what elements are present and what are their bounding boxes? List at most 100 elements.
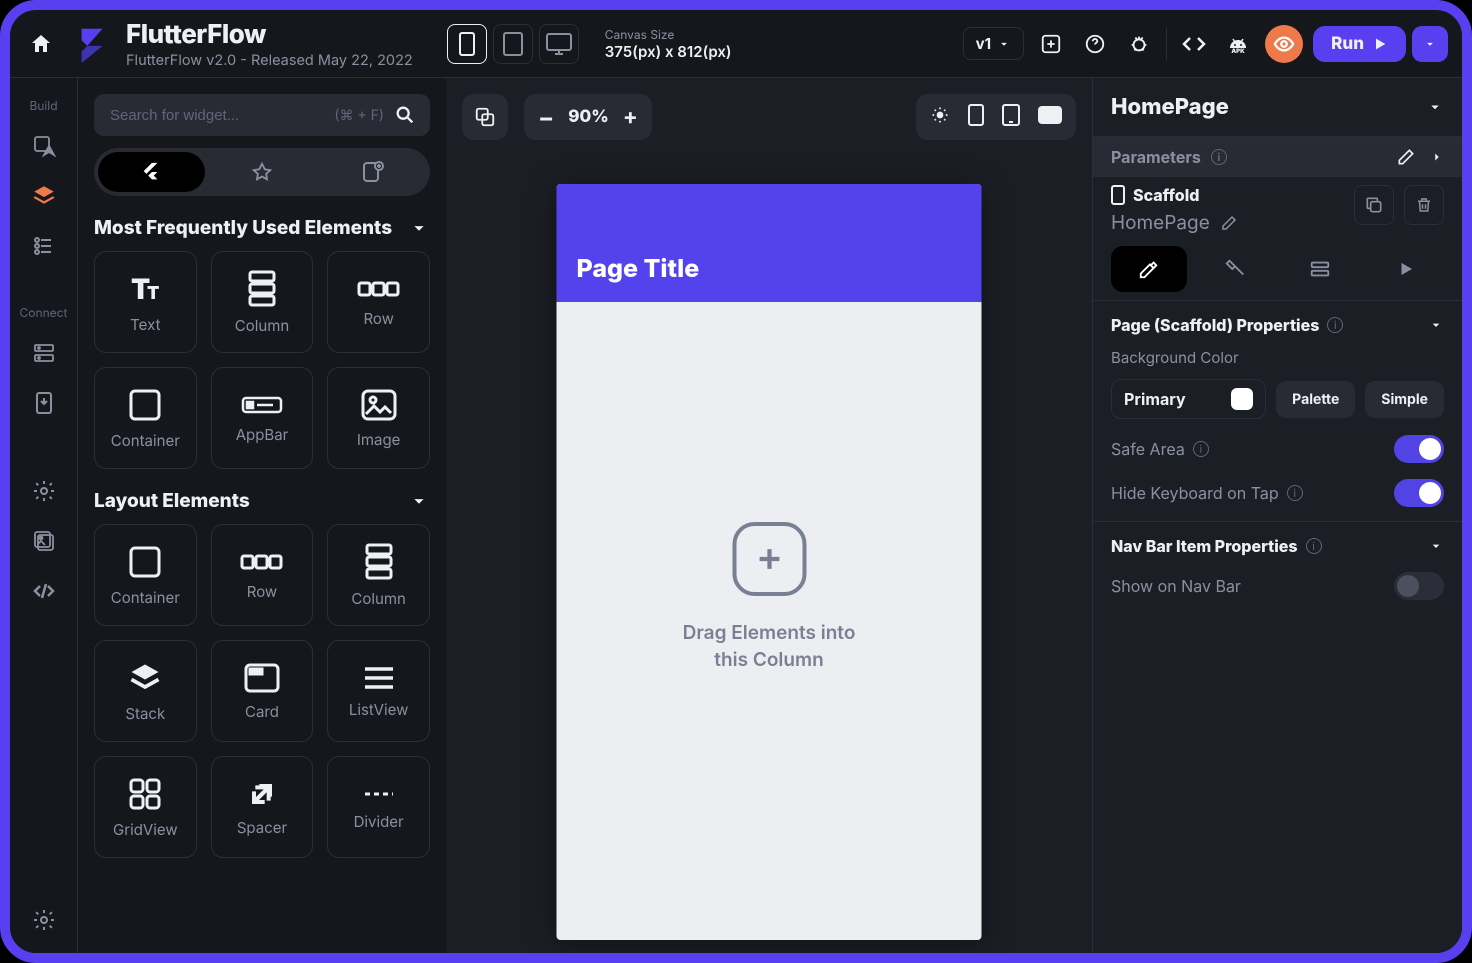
element-stack[interactable]: Stack bbox=[94, 640, 197, 742]
simple-button[interactable]: Simple bbox=[1365, 381, 1444, 418]
zoom-out-button[interactable]: − bbox=[538, 103, 554, 132]
element-column-2[interactable]: Column bbox=[327, 524, 430, 626]
group-layout-title: Layout Elements bbox=[94, 489, 250, 512]
parameters-label: Parameters bbox=[1111, 147, 1201, 167]
rail-embed-icon[interactable] bbox=[23, 570, 65, 612]
info-icon[interactable]: i bbox=[1327, 317, 1343, 333]
help-icon[interactable] bbox=[1078, 27, 1112, 61]
canvas-tablet-icon[interactable] bbox=[1002, 104, 1020, 130]
info-icon[interactable]: i bbox=[1193, 441, 1209, 457]
element-divider[interactable]: Divider bbox=[327, 756, 430, 858]
device-phone-button[interactable] bbox=[447, 24, 487, 64]
search-field[interactable]: (⌘ + F) bbox=[94, 94, 430, 136]
version-value: v1 bbox=[976, 34, 991, 53]
search-icon[interactable] bbox=[394, 104, 416, 126]
chevron-down-icon[interactable] bbox=[1428, 317, 1444, 333]
apk-icon[interactable]: APK bbox=[1221, 27, 1255, 61]
element-image[interactable]: Image bbox=[327, 367, 430, 469]
hide-keyboard-toggle[interactable] bbox=[1394, 479, 1444, 507]
chevron-down-icon[interactable] bbox=[1426, 98, 1444, 116]
multiselect-button[interactable] bbox=[462, 94, 508, 140]
search-input[interactable] bbox=[108, 106, 334, 125]
show-nav-toggle[interactable] bbox=[1394, 572, 1444, 600]
element-card[interactable]: Card bbox=[211, 640, 314, 742]
theme-toggle-icon[interactable] bbox=[930, 105, 950, 129]
zoom-in-button[interactable]: + bbox=[623, 104, 638, 130]
search-hint: (⌘ + F) bbox=[334, 107, 384, 124]
phone-appbar[interactable]: Page Title bbox=[557, 184, 982, 302]
bg-color-selector[interactable]: Primary bbox=[1111, 379, 1266, 419]
edit-icon[interactable] bbox=[1220, 214, 1238, 232]
rail-gear-icon[interactable] bbox=[23, 899, 65, 941]
tab-add-component[interactable] bbox=[319, 152, 426, 192]
safe-area-label: Safe Area bbox=[1111, 439, 1185, 459]
info-icon[interactable]: i bbox=[1211, 149, 1227, 165]
preview-button[interactable] bbox=[1265, 25, 1303, 63]
palette-button[interactable]: Palette bbox=[1276, 381, 1355, 418]
element-column[interactable]: Column bbox=[211, 251, 314, 353]
rail-media-icon[interactable] bbox=[23, 520, 65, 562]
version-selector[interactable]: v1 bbox=[963, 27, 1024, 60]
element-row-2[interactable]: Row bbox=[211, 524, 314, 626]
add-page-icon[interactable] bbox=[1034, 27, 1068, 61]
tab-backend[interactable] bbox=[1283, 246, 1359, 292]
chevron-down-icon[interactable] bbox=[408, 217, 430, 239]
right-title: HomePage bbox=[1111, 94, 1229, 120]
element-listview[interactable]: ListView bbox=[327, 640, 430, 742]
tab-animate[interactable] bbox=[1368, 246, 1444, 292]
rail-layers-icon[interactable] bbox=[23, 175, 65, 217]
rail-download-icon[interactable] bbox=[23, 382, 65, 424]
hide-keyboard-label: Hide Keyboard on Tap bbox=[1111, 483, 1279, 503]
device-desktop-button[interactable] bbox=[539, 24, 579, 64]
tab-actions[interactable] bbox=[1197, 246, 1273, 292]
bug-icon[interactable] bbox=[1122, 27, 1156, 61]
tab-flutter[interactable] bbox=[98, 152, 205, 192]
tab-premium[interactable] bbox=[209, 152, 316, 192]
svg-text:T: T bbox=[147, 283, 159, 304]
run-label: Run bbox=[1331, 34, 1364, 54]
show-nav-label: Show on Nav Bar bbox=[1111, 576, 1241, 596]
element-gridview[interactable]: GridView bbox=[94, 756, 197, 858]
device-canvas[interactable]: Page Title Drag Elements intothis Column bbox=[557, 184, 982, 940]
chevron-down-icon[interactable] bbox=[408, 490, 430, 512]
element-appbar[interactable]: AppBar bbox=[211, 367, 314, 469]
color-swatch bbox=[1231, 388, 1253, 410]
run-button[interactable]: Run bbox=[1313, 26, 1406, 62]
edit-icon[interactable] bbox=[1396, 147, 1416, 167]
device-tablet-button[interactable] bbox=[493, 24, 533, 64]
scaffold-label: Scaffold bbox=[1133, 185, 1199, 205]
rail-tree-icon[interactable] bbox=[23, 225, 65, 267]
info-icon[interactable]: i bbox=[1287, 485, 1303, 501]
rail-assets-icon[interactable] bbox=[23, 125, 65, 167]
element-container[interactable]: Container bbox=[94, 367, 197, 469]
copy-icon[interactable] bbox=[1354, 185, 1394, 225]
brand-subtitle: FlutterFlow v2.0 - Released May 22, 2022 bbox=[126, 52, 413, 69]
rail-build-label: Build bbox=[29, 98, 57, 113]
tab-style[interactable] bbox=[1111, 246, 1187, 292]
rail-settings-icon[interactable] bbox=[23, 470, 65, 512]
zoom-value: 90% bbox=[568, 107, 609, 127]
canvas-keyboard-icon[interactable] bbox=[1038, 106, 1062, 128]
element-text[interactable]: TTText bbox=[94, 251, 197, 353]
run-more-button[interactable] bbox=[1412, 26, 1448, 62]
drag-hint: Drag Elements intothis Column bbox=[683, 620, 856, 673]
canvas-size-value: 375(px) x 812(px) bbox=[605, 42, 732, 61]
safe-area-toggle[interactable] bbox=[1394, 435, 1444, 463]
home-icon[interactable] bbox=[24, 27, 58, 61]
flutterflow-logo-icon bbox=[74, 25, 112, 63]
phone-body-column[interactable]: Drag Elements intothis Column bbox=[557, 302, 982, 673]
element-container-2[interactable]: Container bbox=[94, 524, 197, 626]
chevron-right-icon[interactable] bbox=[1430, 150, 1444, 164]
element-spacer[interactable]: Spacer bbox=[211, 756, 314, 858]
navbar-props-title: Nav Bar Item Properties bbox=[1111, 536, 1298, 556]
scaffold-props-title: Page (Scaffold) Properties bbox=[1111, 315, 1319, 335]
group-freq-title: Most Frequently Used Elements bbox=[94, 216, 392, 239]
element-row[interactable]: Row bbox=[327, 251, 430, 353]
add-element-icon[interactable] bbox=[732, 522, 806, 596]
chevron-down-icon[interactable] bbox=[1428, 538, 1444, 554]
info-icon[interactable]: i bbox=[1306, 538, 1322, 554]
canvas-phone-icon[interactable] bbox=[968, 104, 984, 130]
code-icon[interactable] bbox=[1177, 27, 1211, 61]
delete-icon[interactable] bbox=[1404, 185, 1444, 225]
rail-database-icon[interactable] bbox=[23, 332, 65, 374]
